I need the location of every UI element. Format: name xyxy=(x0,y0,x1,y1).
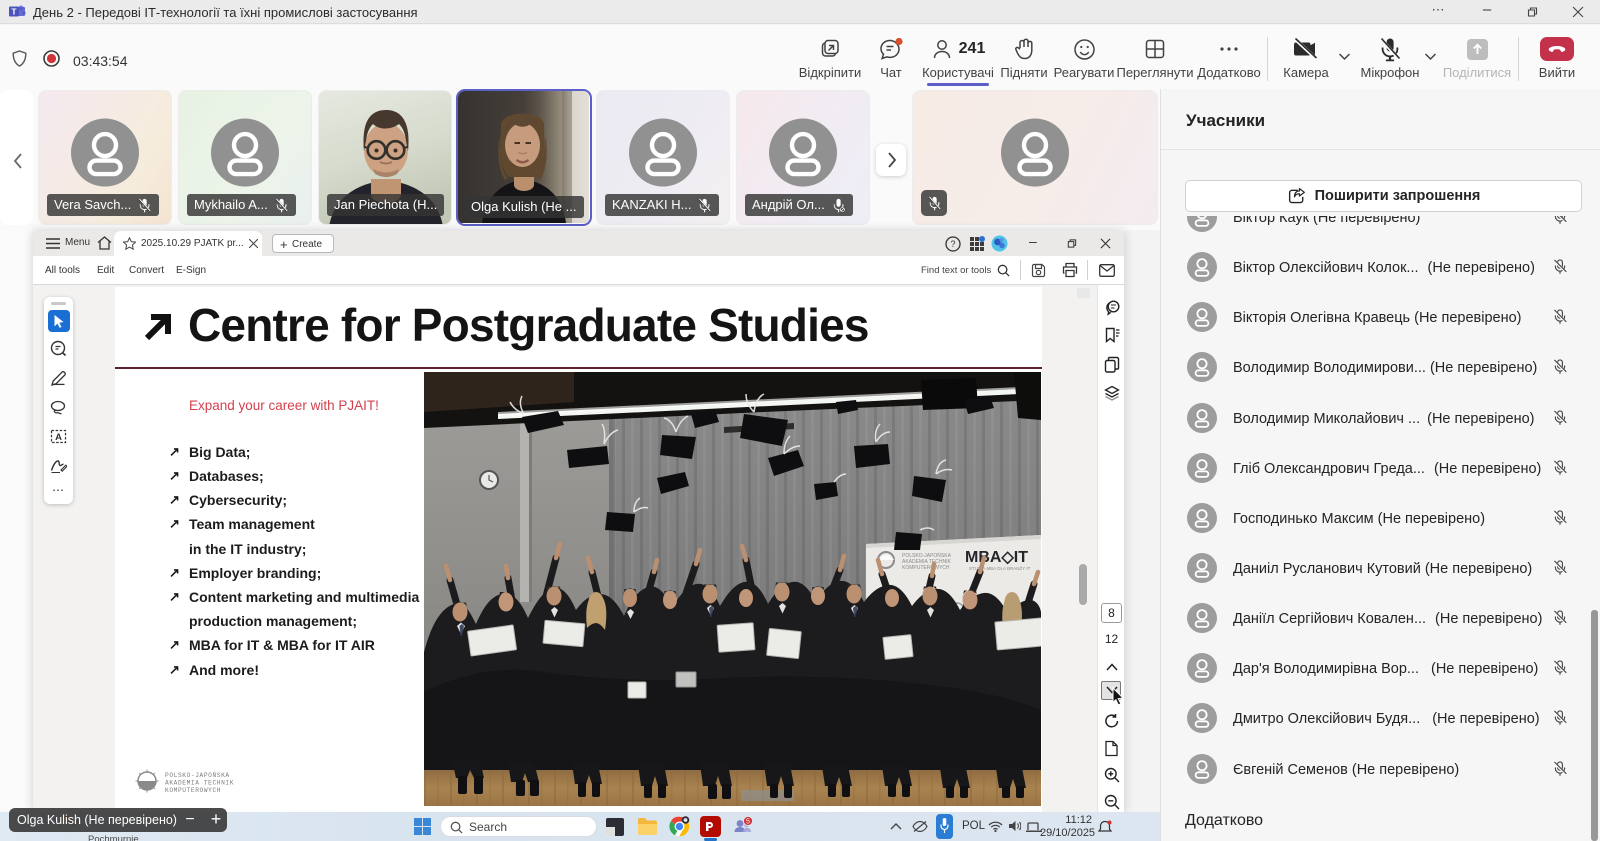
svg-text:?: ? xyxy=(950,239,955,249)
svg-text:POLSKO-JAPOŃSKA: POLSKO-JAPOŃSKA xyxy=(165,772,230,779)
svg-text:T: T xyxy=(11,7,17,17)
svg-text:A: A xyxy=(55,432,62,443)
svg-text:KOMPUTEROWYCH: KOMPUTEROWYCH xyxy=(165,787,221,794)
svg-text:AKADEMIA TECHNIK: AKADEMIA TECHNIK xyxy=(165,780,234,787)
svg-text:5: 5 xyxy=(746,818,750,825)
